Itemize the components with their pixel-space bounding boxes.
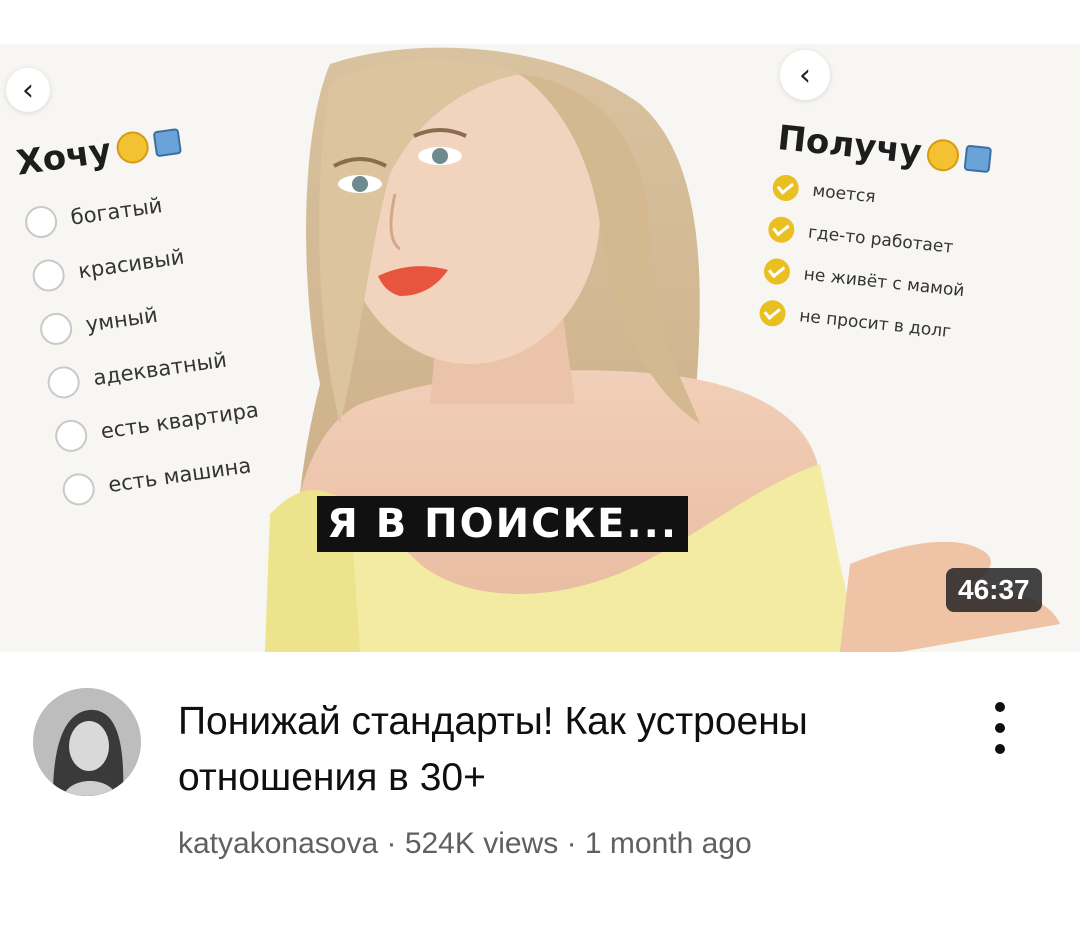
channel-name[interactable]: katyakonasova [178, 827, 378, 860]
radio-empty-icon [30, 257, 67, 294]
radio-empty-icon [53, 417, 90, 454]
avatar-image [33, 688, 141, 796]
separator: · [378, 827, 405, 860]
chevron-left-icon: ‹ [6, 68, 50, 112]
thumbnail-caption: Я В ПОИСКЕ... [317, 496, 689, 552]
check-circle-icon [758, 299, 787, 328]
channel-avatar[interactable] [33, 688, 141, 796]
video-metadata: katyakonasova · 524K views · 1 month ago [178, 827, 752, 861]
view-count: 524K views [404, 827, 559, 860]
radio-empty-icon [23, 203, 60, 241]
man-face-icon [114, 129, 151, 166]
wish-list: богатый красивый умный адекватный есть к… [22, 157, 354, 518]
reality-list-panel: Получу моется где-то работает не живёт с… [753, 118, 1059, 406]
check-circle-icon [771, 173, 801, 203]
check-circle-icon [762, 257, 792, 286]
man-tipping-hand-icon [152, 127, 183, 158]
chevron-left-icon: ‹ [780, 50, 830, 100]
radio-empty-icon [60, 471, 97, 508]
reality-list: моется где-то работает не живёт с мамой … [757, 166, 1053, 362]
video-thumbnail[interactable]: ‹ ‹ Хочу богатый красивый умный адекватн… [0, 44, 1080, 652]
wish-list-panel: Хочу богатый красивый умный адекватный е… [14, 104, 360, 560]
check-circle-icon [767, 215, 796, 245]
more-options-icon[interactable] [980, 698, 1020, 758]
man-tipping-hand-icon [963, 144, 993, 174]
duration-badge: 46:37 [946, 568, 1042, 612]
upload-age: 1 month ago [584, 827, 752, 860]
video-title[interactable]: Понижай стандарты! Как устроены отношени… [178, 694, 898, 806]
separator: · [558, 827, 585, 860]
radio-empty-icon [38, 310, 75, 348]
radio-empty-icon [45, 364, 82, 401]
man-face-icon [925, 137, 961, 173]
